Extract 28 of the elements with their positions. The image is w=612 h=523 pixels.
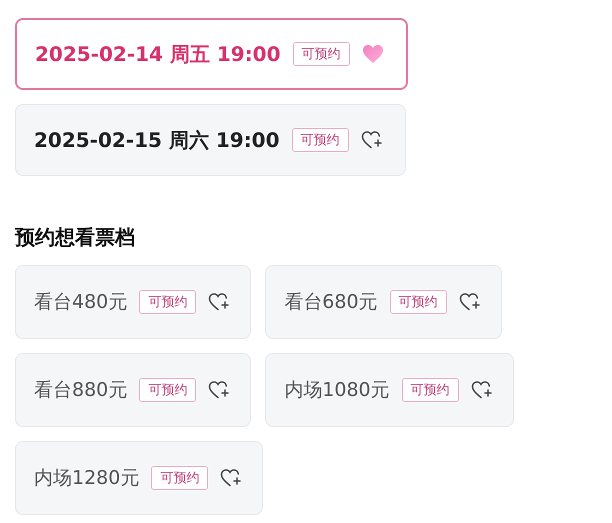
ticket-tier-option[interactable]: 看台880元 可预约 <box>15 353 252 427</box>
status-tag: 可预约 <box>151 466 208 490</box>
option-label: 看台880元 <box>34 378 128 403</box>
status-tag: 可预约 <box>390 290 447 314</box>
heart-plus-icon[interactable] <box>458 292 481 312</box>
option-label: 2025-02-14 周五 19:00 <box>35 40 281 68</box>
status-tag: 可预约 <box>139 290 196 314</box>
heart-plus-icon[interactable] <box>220 468 242 488</box>
heart-plus-icon[interactable] <box>208 380 230 400</box>
option-label: 看台480元 <box>34 290 128 315</box>
ticket-tier-option[interactable]: 看台680元 可预约 <box>265 265 502 339</box>
ticket-tier-option[interactable]: 内场1080元 可预约 <box>265 353 514 427</box>
heart-plus-icon[interactable] <box>470 380 493 400</box>
session-option[interactable]: 2025-02-14 周五 19:00 可预约 <box>15 18 408 90</box>
option-label: 内场1080元 <box>284 378 390 403</box>
heart-plus-icon[interactable] <box>208 292 230 312</box>
heart-plus-icon[interactable] <box>360 130 383 150</box>
status-tag: 可预约 <box>292 42 350 66</box>
option-label: 内场1280元 <box>34 466 140 491</box>
option-label: 看台680元 <box>284 290 378 315</box>
section-heading: 预约想看票档 <box>15 224 136 251</box>
option-label: 2025-02-15 周六 19:00 <box>34 126 280 154</box>
ticket-tier-option[interactable]: 看台480元 可预约 <box>15 265 252 339</box>
status-tag: 可预约 <box>402 378 459 402</box>
status-tag: 可预约 <box>139 378 196 402</box>
session-option[interactable]: 2025-02-15 周六 19:00 可预约 <box>15 104 406 176</box>
status-tag: 可预约 <box>292 128 349 152</box>
ticket-tier-option[interactable]: 内场1280元 可预约 <box>15 441 264 515</box>
